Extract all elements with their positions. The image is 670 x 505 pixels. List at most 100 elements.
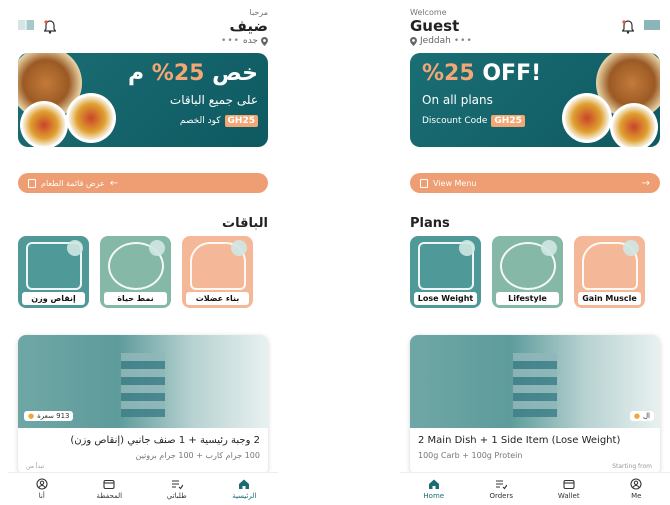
wallet-icon: [563, 479, 575, 490]
plan-card-lose-weight[interactable]: إنقاص وزن: [18, 236, 89, 308]
plans-heading: الباقات: [222, 216, 268, 231]
bottom-nav: الرئيسية طلباتي المحفظة أنا: [8, 472, 278, 505]
meal-title: 2 Main Dish + 1 Side Item (Lose Weight): [418, 435, 621, 446]
nav-label: Home: [423, 492, 445, 500]
nav-me[interactable]: Me: [606, 478, 666, 500]
location-name: Jeddah: [420, 36, 451, 46]
bottom-nav: Home Orders Wallet Me: [400, 472, 670, 505]
arrow-right-icon: →: [641, 177, 650, 189]
decor-circle: [541, 240, 557, 256]
view-menu-button[interactable]: عرض قائمة الطعام ←: [18, 173, 268, 193]
promo-title-suffix: OFF!: [482, 61, 542, 86]
more-dots-icon: •••: [453, 36, 473, 46]
notification-bell-icon[interactable]: [44, 20, 56, 34]
user-name: ضيف: [229, 17, 268, 35]
plan-card-gain-muscle[interactable]: Gain Muscle: [574, 236, 645, 308]
decor-circle: [231, 240, 247, 256]
calories-value: 913 سعرة: [37, 412, 70, 420]
plans-list: إنقاص وزن نمط حياة بناء عضلات: [18, 236, 268, 308]
meal-card[interactable]: 913 سعرة ● 2 وجبة رئيسية + 1 صنف جانبي (…: [18, 335, 268, 475]
plan-card-lifestyle[interactable]: Lifestyle: [492, 236, 563, 308]
promo-banner[interactable]: خص 25% م على جميع الباقات كود الخصم GH25: [18, 53, 268, 147]
nav-label: Wallet: [557, 492, 580, 500]
location-selector[interactable]: Jeddah •••: [410, 36, 473, 46]
promo-code: GH25: [491, 115, 525, 127]
view-menu-button[interactable]: View Menu →: [410, 173, 660, 193]
starting-from-label: تبدأ من: [26, 463, 44, 470]
nav-home[interactable]: الرئيسية: [214, 478, 274, 500]
decor-circle: [149, 240, 165, 256]
nav-label: أنا: [38, 492, 45, 500]
plan-label: Gain Muscle: [578, 292, 641, 305]
decor-circle: [623, 240, 639, 256]
nav-orders[interactable]: Orders: [471, 478, 531, 500]
promo-code-label: Discount Code: [422, 116, 488, 126]
promo-title-prefix: خص: [212, 61, 258, 86]
plan-card-lose-weight[interactable]: Lose Weight: [410, 236, 481, 308]
welcome-text: Welcome: [410, 8, 447, 17]
view-menu-label: عرض قائمة الطعام: [41, 178, 105, 188]
home-icon: [239, 479, 250, 489]
plan-label: Lifestyle: [496, 292, 559, 305]
promo-title: %25 OFF!: [422, 61, 541, 86]
nav-wallet[interactable]: Wallet: [539, 478, 599, 500]
profile-icon: [630, 478, 642, 490]
view-menu-label: View Menu: [433, 178, 477, 188]
promo-code-row: كود الخصم GH25: [180, 115, 258, 127]
plan-label: نمط حياة: [104, 292, 167, 305]
orders-icon: [496, 480, 508, 490]
nav-me[interactable]: أنا: [12, 478, 72, 500]
location-name: جده: [242, 36, 258, 46]
plan-card-gain-muscle[interactable]: بناء عضلات: [182, 236, 253, 308]
promo-percent: 25%: [151, 61, 205, 86]
nav-orders[interactable]: طلباتي: [147, 478, 207, 500]
promo-title: خص 25% م: [128, 61, 258, 86]
calories-value: ال: [642, 412, 650, 420]
location-selector[interactable]: جده •••: [221, 36, 268, 46]
promo-code: GH25: [224, 115, 258, 127]
orders-icon: [171, 480, 183, 490]
plan-label: بناء عضلات: [186, 292, 249, 305]
location-pin-icon: [261, 36, 268, 46]
starting-from-label: Starting from: [612, 463, 652, 470]
meal-image: [410, 335, 660, 428]
promo-code-label: كود الخصم: [179, 116, 221, 126]
profile-icon: [36, 478, 48, 490]
promo-banner[interactable]: %25 OFF! On all plans Discount Code GH25: [410, 53, 660, 147]
language-flag-icon[interactable]: [18, 20, 34, 30]
menu-book-icon: [420, 178, 428, 188]
plan-card-lifestyle[interactable]: نمط حياة: [100, 236, 171, 308]
nav-home[interactable]: Home: [404, 478, 464, 500]
plans-heading: Plans: [410, 216, 450, 231]
blurred-meal-photo: [513, 353, 557, 417]
arabic-home-screen: مرحبا ضيف جده ••• خص 25% م على جميع البا…: [8, 0, 278, 505]
plans-list: Lose Weight Lifestyle Gain Muscle: [410, 236, 660, 308]
calories-badge: ● ال: [629, 411, 654, 421]
nav-label: Orders: [489, 492, 514, 500]
food-bowl-image: [66, 93, 116, 143]
blurred-meal-photo: [121, 353, 165, 417]
promo-title-suffix: م: [127, 61, 145, 86]
flame-icon: ●: [633, 412, 640, 420]
meal-subtitle: 100 جرام كارب + 100 جرام بروتين: [135, 451, 260, 460]
promo-percent: %25: [422, 61, 475, 86]
english-home-screen: Welcome Guest Jeddah ••• %25 OFF! On all…: [400, 0, 670, 505]
nav-wallet[interactable]: المحفظة: [79, 478, 139, 500]
calories-badge: 913 سعرة ●: [24, 411, 74, 421]
meal-subtitle: 100g Carb + 100g Protein: [418, 451, 523, 460]
food-bowl-image: [610, 103, 658, 147]
decor-circle: [67, 240, 83, 256]
food-bowl-image: [20, 101, 68, 147]
food-bowl-image: [562, 93, 612, 143]
language-flag-icon[interactable]: [644, 20, 660, 30]
promo-subtitle: على جميع الباقات: [169, 93, 258, 107]
arrow-left-icon: ←: [109, 177, 119, 189]
nav-label: المحفظة: [96, 492, 123, 500]
header: Welcome Guest Jeddah •••: [410, 6, 660, 48]
welcome-text: مرحبا: [249, 8, 269, 17]
notification-bell-icon[interactable]: [622, 20, 634, 34]
menu-book-icon: [28, 178, 36, 188]
promo-subtitle: On all plans: [422, 93, 493, 107]
header: مرحبا ضيف جده •••: [18, 6, 268, 48]
meal-card[interactable]: ● ال 2 Main Dish + 1 Side Item (Lose Wei…: [410, 335, 660, 475]
